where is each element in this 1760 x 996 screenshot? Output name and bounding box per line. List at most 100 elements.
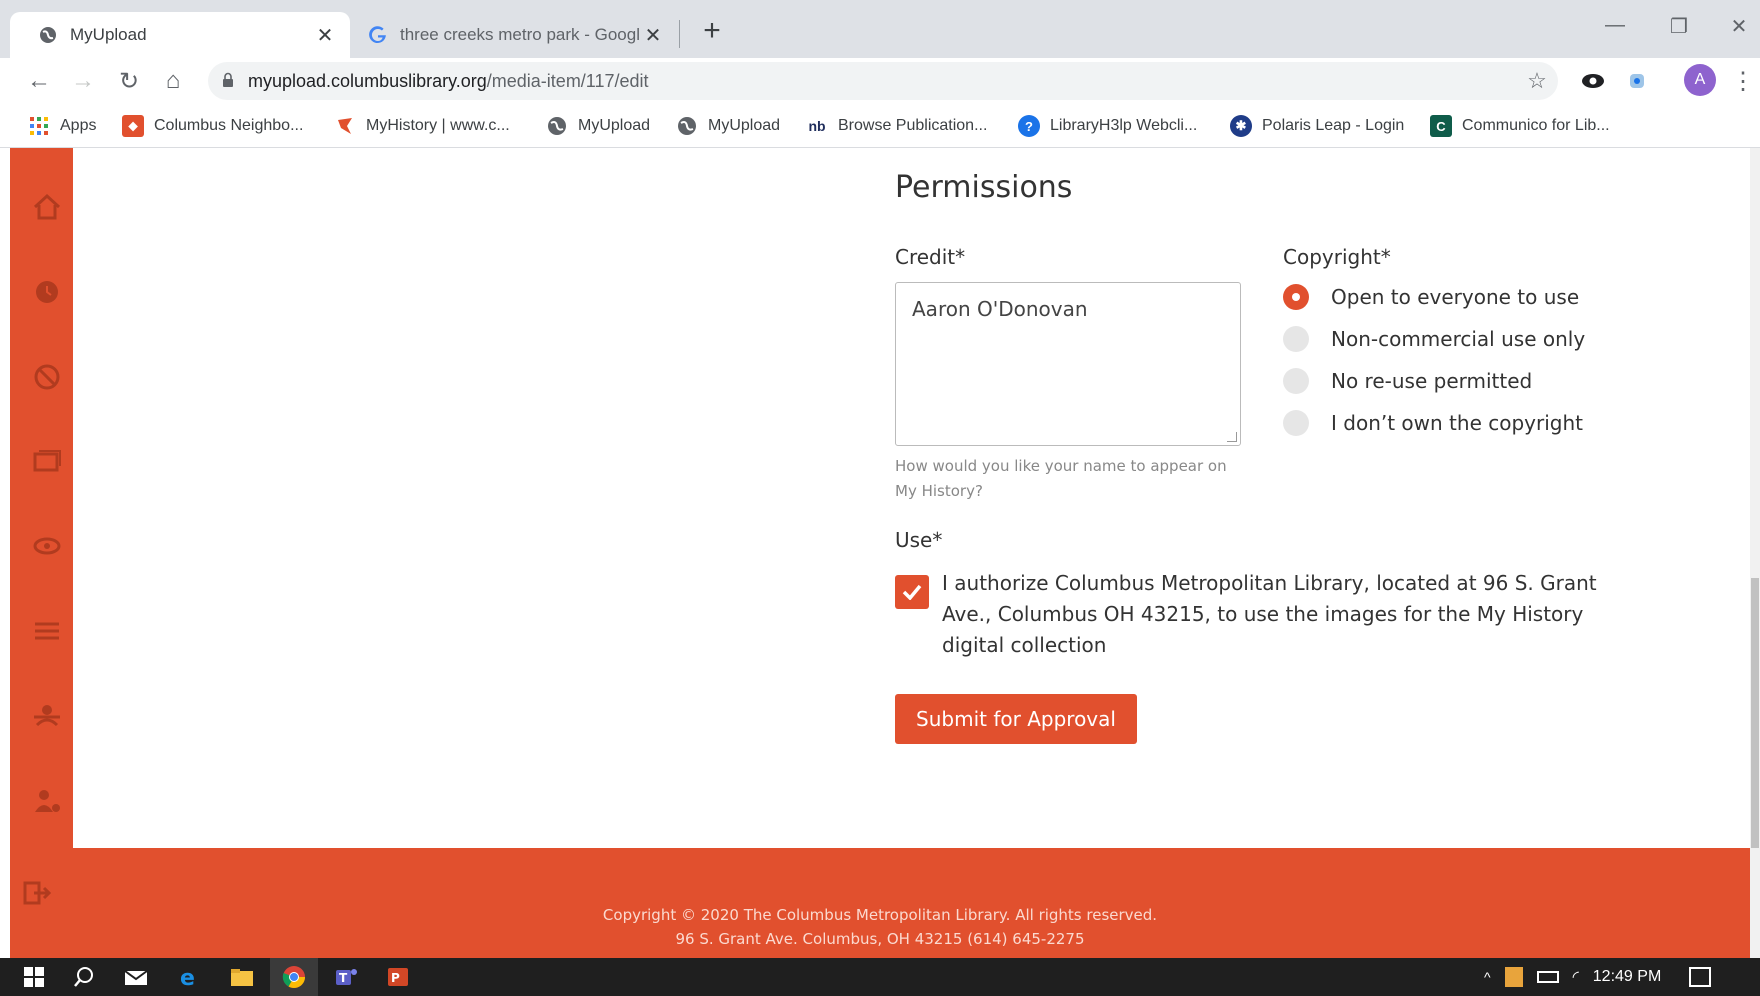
apps-grid-icon [28, 115, 50, 137]
polaris-icon: ✱ [1230, 115, 1252, 137]
battery-icon[interactable] [1536, 971, 1559, 983]
close-tab-icon[interactable]: ✕ [312, 23, 338, 48]
bookmark-label: LibraryH3lp Webcli... [1050, 117, 1198, 134]
bookmark-label: Columbus Neighbo... [154, 117, 304, 134]
footer-copyright: Copyright © 2020 The Columbus Metropolit… [602, 906, 1158, 924]
use-label: Use* [895, 528, 943, 552]
chrome-icon[interactable] [270, 958, 318, 996]
globe-icon [676, 115, 698, 137]
bookmark-label: Communico for Lib... [1462, 117, 1610, 134]
radio-non-commercial[interactable]: Non-commercial use only [1283, 324, 1585, 354]
section-title-permissions: Permissions [895, 170, 1073, 205]
notifications-icon[interactable] [1689, 967, 1712, 987]
block-icon[interactable] [32, 362, 62, 392]
checkmark-icon [902, 584, 922, 600]
bookmark-myupload-2[interactable]: MyUpload [676, 114, 780, 138]
wifi-icon[interactable]: ◜ [1573, 967, 1579, 987]
eye-extension-icon[interactable] [1576, 64, 1610, 98]
close-window-button[interactable]: ✕ [1714, 14, 1760, 44]
credit-label: Credit* [895, 245, 966, 269]
browser-toolbar: ← → ↻ ⌂ myupload.columbuslibrary.org/med… [0, 58, 1760, 104]
globe-icon [38, 25, 58, 45]
bookmark-apps[interactable]: Apps [28, 114, 96, 138]
radio-label: I don’t own the copyright [1331, 411, 1583, 435]
url-text: myupload.columbuslibrary.org/media-item/… [248, 71, 649, 92]
lock-icon [223, 72, 233, 87]
bookmark-columbus-neighborhoods[interactable]: ⬥ Columbus Neighbo... [122, 114, 303, 138]
globe-icon [546, 115, 568, 137]
bookmark-myhistory[interactable]: MyHistory | www.c... [334, 114, 510, 138]
help-bubble-icon: ? [1018, 115, 1040, 137]
home-icon[interactable]: ⌂ [156, 64, 190, 98]
close-tab-icon[interactable]: ✕ [640, 23, 666, 48]
radio-button[interactable] [1283, 410, 1309, 436]
menu-icon[interactable] [32, 616, 62, 646]
gallery-icon[interactable] [32, 446, 62, 476]
tab-separator [679, 20, 680, 48]
submit-for-approval-button[interactable]: Submit for Approval [895, 694, 1137, 744]
bookmark-label: MyUpload [578, 117, 651, 134]
credit-value: Aaron O'Donovan [912, 297, 1088, 321]
use-authorization-checkbox[interactable] [895, 575, 929, 609]
nb-icon: nb [808, 118, 826, 134]
bookmark-myupload-1[interactable]: MyUpload [546, 114, 650, 138]
radio-no-reuse[interactable]: No re-use permitted [1283, 366, 1532, 396]
radio-button[interactable] [1283, 326, 1309, 352]
tab-strip: MyUpload ✕ three creeks metro park - Goo… [0, 0, 1760, 58]
bookmark-communico[interactable]: C Communico for Lib... [1430, 114, 1610, 138]
search-icon[interactable] [60, 958, 108, 996]
svg-text:T: T [339, 971, 348, 985]
windows-start-icon[interactable] [10, 958, 58, 996]
minimize-button[interactable]: — [1590, 14, 1640, 44]
star-icon[interactable]: ☆ [1520, 64, 1554, 98]
mail-icon[interactable] [112, 958, 160, 996]
site-footer: Copyright © 2020 The Columbus Metropolit… [10, 848, 1750, 958]
google-icon [368, 25, 388, 45]
chevron-up-icon[interactable]: ^ [1484, 969, 1491, 985]
teams-icon[interactable]: T [322, 958, 370, 996]
app-sidebar [10, 148, 73, 848]
screen: MyUpload ✕ three creeks metro park - Goo… [0, 0, 1760, 996]
page-content [10, 148, 1750, 958]
home-icon[interactable] [32, 192, 62, 222]
radio-open-to-everyone[interactable]: Open to everyone to use [1283, 282, 1579, 312]
bookmark-label: MyHistory | www.c... [366, 117, 510, 134]
svg-text:e: e [180, 966, 195, 988]
users-icon[interactable] [32, 701, 62, 731]
forward-icon[interactable]: → [66, 64, 100, 98]
address-bar[interactable]: myupload.columbuslibrary.org/media-item/… [208, 62, 1558, 100]
tab-google-search[interactable]: three creeks metro park - Google ✕ [358, 12, 678, 58]
windows-taskbar: e T P ^ ◜ 12:49 PM [0, 958, 1760, 996]
svg-text:P: P [391, 971, 400, 985]
taskbar-clock[interactable]: 12:49 PM [1593, 968, 1661, 986]
clock-icon[interactable] [32, 277, 62, 307]
credit-textarea[interactable]: Aaron O'Donovan [895, 282, 1241, 446]
restore-button[interactable]: ❐ [1654, 14, 1704, 44]
eye-icon[interactable] [32, 531, 62, 561]
bookmark-libraryh3lp[interactable]: ? LibraryH3lp Webcli... [1018, 114, 1197, 138]
edge-icon[interactable]: e [164, 958, 212, 996]
kebab-menu-icon[interactable]: ⋮ [1726, 64, 1760, 98]
logout-icon[interactable] [22, 878, 52, 908]
scrollbar-thumb[interactable] [1751, 578, 1759, 848]
bookmarks-bar: Apps ⬥ Columbus Neighbo... MyHistory | w… [0, 104, 1760, 148]
bookmark-polaris-leap[interactable]: ✱ Polaris Leap - Login [1230, 114, 1404, 138]
back-icon[interactable]: ← [22, 64, 56, 98]
radio-button[interactable] [1283, 368, 1309, 394]
user-settings-icon[interactable] [32, 786, 62, 816]
bookmark-browse-publications[interactable]: nb Browse Publication... [806, 114, 987, 138]
tray-app-icon[interactable] [1504, 967, 1523, 987]
bookmark-label: MyUpload [708, 117, 781, 134]
reload-icon[interactable]: ↻ [112, 64, 146, 98]
powerpoint-icon[interactable]: P [374, 958, 422, 996]
file-explorer-icon[interactable] [218, 958, 266, 996]
radio-dont-own-copyright[interactable]: I don’t own the copyright [1283, 408, 1583, 438]
profile-avatar[interactable]: A [1684, 64, 1716, 96]
url-domain: myupload.columbuslibrary.org [248, 71, 487, 91]
tab-myupload[interactable]: MyUpload ✕ [10, 12, 350, 58]
extension-icon[interactable] [1620, 64, 1654, 98]
radio-button-selected[interactable] [1283, 284, 1309, 310]
resize-grip-icon[interactable] [1227, 432, 1237, 442]
myhistory-icon [334, 115, 356, 137]
new-tab-button[interactable]: + [696, 16, 728, 48]
